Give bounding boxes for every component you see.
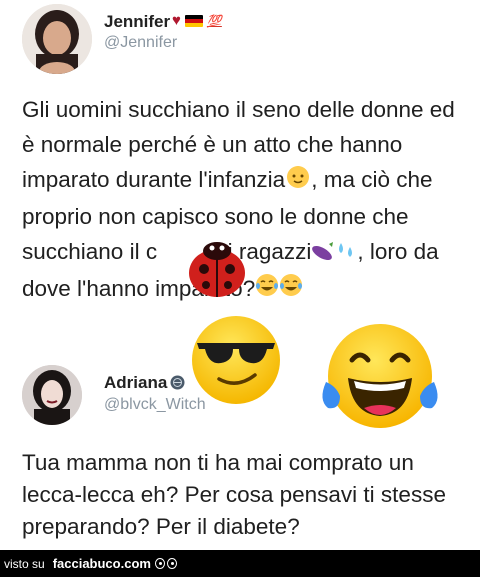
avatar-jennifer[interactable]: [22, 4, 92, 74]
hundred-points-icon: 💯: [206, 13, 222, 28]
tweet-text-2: Tua mamma non ti ha mai comprato un lecc…: [22, 450, 446, 539]
author-handle[interactable]: @Jennifer: [104, 34, 177, 52]
joy-emoji-icon: [279, 272, 303, 307]
joy-emoji-icon: [255, 272, 279, 307]
author-handle-2[interactable]: @blvck_Witch: [104, 396, 206, 414]
baby-emoji-icon: [285, 163, 311, 199]
eggplant-emoji-icon: [311, 236, 335, 271]
footer-prefix: visto su: [4, 556, 45, 571]
flag-icon: [184, 14, 203, 27]
footer-site[interactable]: facciabuco.com: [53, 556, 151, 571]
sunglasses-emoji-icon: [189, 313, 283, 407]
globe-badge-icon: [170, 375, 185, 395]
watermark-footer: visto su facciabuco.com: [0, 550, 480, 577]
tears-of-joy-emoji-icon: [318, 316, 442, 440]
author-name-2[interactable]: Adriana: [104, 373, 185, 395]
sweat-droplets-emoji-icon: [335, 236, 357, 271]
heart-icon: ♥: [172, 12, 181, 29]
author-name[interactable]: Jennifer: [104, 12, 170, 32]
avatar-adriana[interactable]: [22, 365, 82, 425]
ladybug-sticker-icon: [186, 237, 248, 299]
eyes-logo-icon: [154, 558, 177, 569]
author-badges: ♥ 💯: [172, 12, 222, 29]
